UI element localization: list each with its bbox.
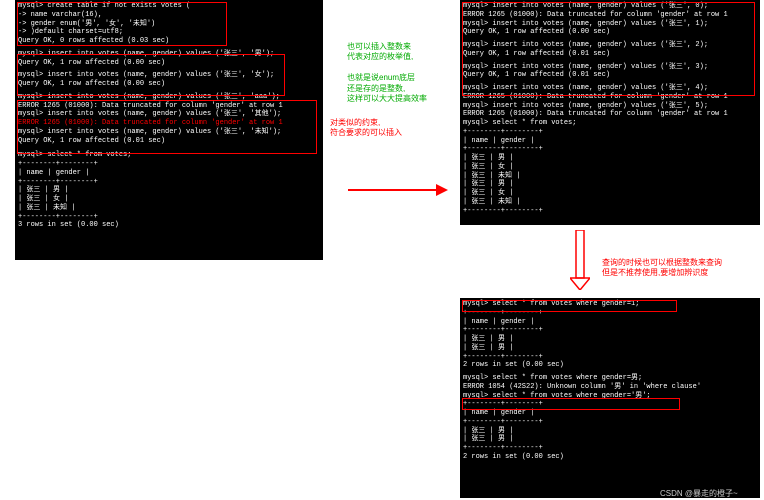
thead: | name | gender | xyxy=(463,137,757,146)
annotation-enum-int: 也可以插入整数来 代表对应的枚举值, 也就是说enum底层 还是存的是整数, 这… xyxy=(347,42,427,104)
thead: | name | gender | xyxy=(463,318,757,327)
terminal-right-bottom: mysql> select * from votes where gender=… xyxy=(460,298,760,498)
line: ERROR 1265 (01000): Data truncated for c… xyxy=(463,110,757,119)
row: | 张三 | 未知 | xyxy=(18,204,320,213)
row: | 张三 | 女 | xyxy=(18,195,320,204)
arrow-right-icon xyxy=(348,180,448,200)
line: 3 rows in set (0.00 sec) xyxy=(18,221,320,230)
thead: | name | gender | xyxy=(463,409,757,418)
watermark: CSDN @暴走的橙子~ xyxy=(660,488,738,499)
arrow-down-icon xyxy=(570,230,590,290)
hr: +--------+--------+ xyxy=(463,145,757,154)
hr: +--------+--------+ xyxy=(463,353,757,362)
annotation-query-int: 查询的时候也可以根据整数来查询 但是不推荐使用,要增加辨识度 xyxy=(602,258,722,279)
terminal-left: mysql> create table if not exists votes … xyxy=(15,0,323,260)
row: | 张三 | 男 | xyxy=(18,186,320,195)
hr: +--------+--------+ xyxy=(18,178,320,187)
line: ERROR 1054 (42S22): Unknown column '男' i… xyxy=(463,383,757,392)
row: | 张三 | 未知 | xyxy=(463,198,757,207)
line: mysql> insert into votes (name, gender) … xyxy=(463,102,757,111)
thead: | name | gender | xyxy=(18,169,320,178)
annotation-error-constraint: 对类似的约束, 符合要求的可以插入 xyxy=(330,118,402,139)
row: | 张三 | 男 | xyxy=(463,335,757,344)
hr: +--------+--------+ xyxy=(18,213,320,222)
line: mysql> select * from votes where gender=… xyxy=(463,374,757,383)
row: | 张三 | 男 | xyxy=(463,427,757,436)
hr: +--------+--------+ xyxy=(463,418,757,427)
hr: +--------+--------+ xyxy=(463,207,757,216)
hr: +--------+--------+ xyxy=(463,326,757,335)
terminal-right-top: mysql> insert into votes (name, gender) … xyxy=(460,0,760,225)
row: | 张三 | 男 | xyxy=(463,435,757,444)
row: | 张三 | 女 | xyxy=(463,189,757,198)
line: 2 rows in set (0.00 sec) xyxy=(463,453,757,462)
row: | 张三 | 女 | xyxy=(463,163,757,172)
hr: +--------+--------+ xyxy=(18,160,320,169)
hr: +--------+--------+ xyxy=(463,128,757,137)
row: | 张三 | 男 | xyxy=(463,180,757,189)
row: | 张三 | 男 | xyxy=(463,344,757,353)
line: mysql> select * from votes; xyxy=(463,119,757,128)
line: 2 rows in set (0.00 sec) xyxy=(463,361,757,370)
row: | 张三 | 未知 | xyxy=(463,172,757,181)
hr: +--------+--------+ xyxy=(463,444,757,453)
row: | 张三 | 男 | xyxy=(463,154,757,163)
